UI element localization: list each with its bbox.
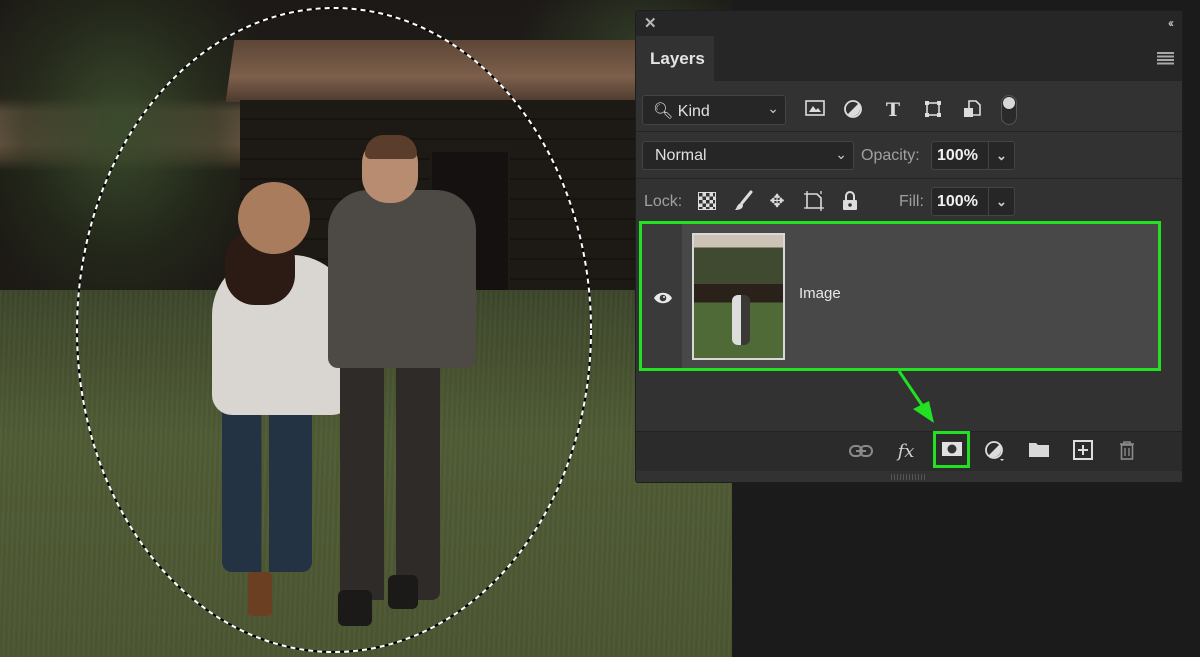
mask-button-highlight-box — [933, 431, 970, 468]
fx-label: fx — [897, 441, 915, 462]
new-group-folder-icon[interactable] — [1026, 440, 1052, 464]
adjustment-layer-icon[interactable] — [982, 440, 1008, 464]
delete-layer-trash-icon[interactable] — [1114, 440, 1140, 464]
document-canvas[interactable] — [0, 0, 732, 657]
annotation-arrow — [897, 370, 934, 423]
fx-icon[interactable]: fx — [893, 440, 919, 464]
resize-grip[interactable] — [891, 474, 925, 480]
link-layers-icon[interactable] — [848, 440, 874, 464]
panel-bottom-toolbar: fx — [636, 431, 1182, 471]
layers-panel: ✕ ‹‹ Layers 🔍︎ Kind ⌄ T Normal ⌄ Opacity… — [635, 10, 1183, 483]
elliptical-marquee-selection[interactable] — [0, 0, 732, 657]
new-layer-icon[interactable] — [1070, 440, 1096, 464]
